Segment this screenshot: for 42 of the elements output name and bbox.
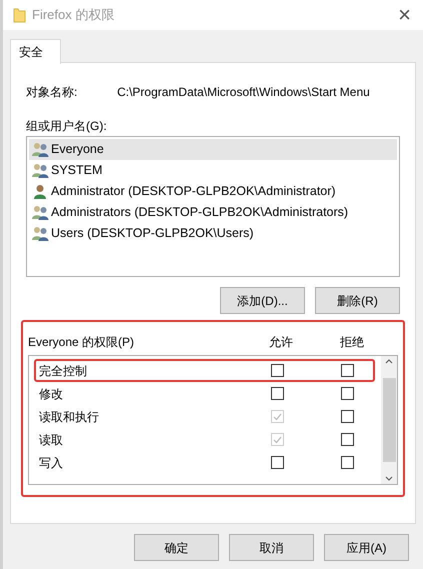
window-title: Firefox 的权限	[32, 6, 116, 24]
chevron-down-icon[interactable]	[385, 476, 393, 482]
checkbox[interactable]	[271, 456, 284, 469]
permission-row[interactable]: 读取	[34, 428, 375, 451]
user-row[interactable]: Everyone	[29, 139, 397, 160]
dialog-button[interactable]: 添加(D)...	[220, 287, 305, 314]
column-header: 拒绝	[339, 334, 365, 351]
object-path: C:\ProgramData\Microsoft\Windows\Start Menu	[117, 84, 371, 101]
dialog-button[interactable]: 删除(R)	[315, 287, 400, 314]
users-icon	[32, 226, 49, 241]
list-label: 组或用户名(G):	[26, 118, 108, 133]
checkbox[interactable]	[341, 456, 354, 469]
permission-row[interactable]: 修改	[34, 382, 375, 405]
checkbox[interactable]	[271, 364, 284, 377]
checkbox[interactable]	[341, 364, 354, 377]
tab[interactable]: 安全	[10, 39, 61, 64]
checkbox[interactable]	[341, 433, 354, 446]
dialog-button[interactable]: 应用(A)	[324, 534, 409, 561]
user-row[interactable]: Users (DESKTOP-GLPB2OK\Users)	[29, 223, 397, 244]
scrollbar[interactable]	[381, 356, 397, 484]
chevron-up-icon[interactable]	[385, 358, 393, 364]
user-row[interactable]: SYSTEM	[29, 160, 397, 181]
checkbox[interactable]	[341, 410, 354, 423]
users-icon	[32, 205, 49, 220]
user-row[interactable]: Administrators (DESKTOP-GLPB2OK\Administrators)	[29, 202, 397, 223]
users-icon	[32, 142, 49, 157]
permissions-label: Everyone 的权限(P)	[28, 334, 136, 351]
dialog-button[interactable]: 取消	[229, 534, 314, 561]
checkbox[interactable]	[271, 387, 284, 400]
column-header: 允许	[268, 334, 294, 351]
field-label: 对象名称:	[26, 84, 78, 101]
permission-row[interactable]: 完全控制	[34, 359, 375, 382]
users-icon	[32, 163, 49, 178]
user-icon	[32, 184, 49, 199]
checkbox[interactable]	[341, 387, 354, 400]
permission-row[interactable]: 写入	[34, 451, 375, 474]
user-row[interactable]: Administrator (DESKTOP-GLPB2OK\Administrator)	[29, 181, 397, 202]
close-button[interactable]: ×	[398, 4, 411, 26]
folder-icon	[13, 8, 26, 22]
dialog-button[interactable]: 确定	[134, 534, 219, 561]
permission-row[interactable]: 读取和执行	[34, 405, 375, 428]
users-list[interactable]: Everyone SYSTEM Administrator (DESKTOP-GLPB2OK\Administrator) Administrators (DESKTOP-GLPB2OK\Administrators) Users (DESKTOP-GLPB2OK\Users)	[26, 136, 400, 277]
